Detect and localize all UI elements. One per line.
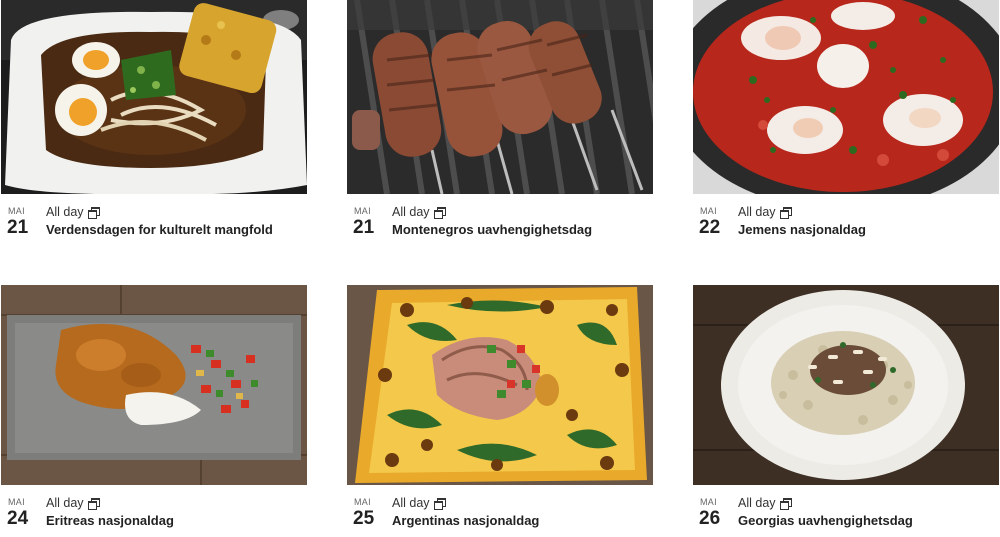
all-day-label: All day — [738, 205, 792, 219]
all-day-text: All day — [392, 496, 430, 510]
external-window-icon[interactable] — [433, 207, 446, 219]
event-card[interactable]: MAI 21 All day Verdensdagen for kulturel… — [1, 0, 307, 238]
event-month: MAI — [700, 206, 717, 216]
event-month: MAI — [354, 497, 371, 507]
external-window-icon[interactable] — [779, 498, 792, 510]
event-title[interactable]: Jemens nasjonaldag — [738, 222, 866, 237]
event-meta: MAI 25 All day Argentinas nasjonaldag — [347, 485, 653, 529]
event-card[interactable]: MAI 22 All day Jemens nasjonaldag — [693, 0, 999, 238]
all-day-text: All day — [46, 496, 84, 510]
event-day: 22 — [699, 217, 721, 238]
event-title[interactable]: Montenegros uavhengighetsdag — [392, 222, 592, 237]
event-month: MAI — [8, 206, 25, 216]
event-title[interactable]: Verdensdagen for kulturelt mangfold — [46, 222, 273, 237]
event-month: MAI — [700, 497, 717, 507]
all-day-label: All day — [738, 496, 792, 510]
event-month: MAI — [354, 206, 371, 216]
event-card[interactable]: MAI 24 All day Eritreas nasjonaldag — [1, 285, 307, 529]
event-photo-stew[interactable] — [1, 285, 307, 485]
all-day-text: All day — [738, 496, 776, 510]
event-photo-kebab[interactable] — [347, 0, 653, 194]
event-title[interactable]: Georgias uavhengighetsdag — [738, 513, 913, 528]
all-day-text: All day — [46, 205, 84, 219]
all-day-text: All day — [738, 205, 776, 219]
event-meta: MAI 22 All day Jemens nasjonaldag — [693, 194, 999, 238]
external-window-icon[interactable] — [779, 207, 792, 219]
all-day-label: All day — [46, 496, 100, 510]
all-day-label: All day — [392, 205, 446, 219]
external-window-icon[interactable] — [87, 207, 100, 219]
event-title[interactable]: Argentinas nasjonaldag — [392, 513, 539, 528]
event-photo-shakshuka[interactable] — [693, 0, 999, 194]
event-title[interactable]: Eritreas nasjonaldag — [46, 513, 174, 528]
external-window-icon[interactable] — [87, 498, 100, 510]
event-day: 21 — [7, 217, 29, 238]
event-meta: MAI 21 All day Verdensdagen for kulturel… — [1, 194, 307, 238]
event-meta: MAI 21 All day Montenegros uavhengighets… — [347, 194, 653, 238]
event-day: 24 — [7, 508, 29, 529]
all-day-label: All day — [46, 205, 100, 219]
external-window-icon[interactable] — [433, 498, 446, 510]
event-photo-ramen[interactable] — [1, 0, 307, 194]
event-card[interactable]: MAI 26 All day Georgias uavhengighetsdag — [693, 285, 999, 529]
all-day-label: All day — [392, 496, 446, 510]
event-meta: MAI 26 All day Georgias uavhengighetsdag — [693, 485, 999, 529]
event-card[interactable]: MAI 21 All day Montenegros uavhengighets… — [347, 0, 653, 238]
event-card[interactable]: MAI 25 All day Argentinas nasjonaldag — [347, 285, 653, 529]
event-month: MAI — [8, 497, 25, 507]
event-photo-sliced-meat[interactable] — [347, 285, 653, 485]
event-day: 25 — [353, 508, 375, 529]
event-meta: MAI 24 All day Eritreas nasjonaldag — [1, 485, 307, 529]
event-day: 26 — [699, 508, 721, 529]
all-day-text: All day — [392, 205, 430, 219]
event-day: 21 — [353, 217, 375, 238]
event-photo-pasta[interactable] — [693, 285, 999, 485]
